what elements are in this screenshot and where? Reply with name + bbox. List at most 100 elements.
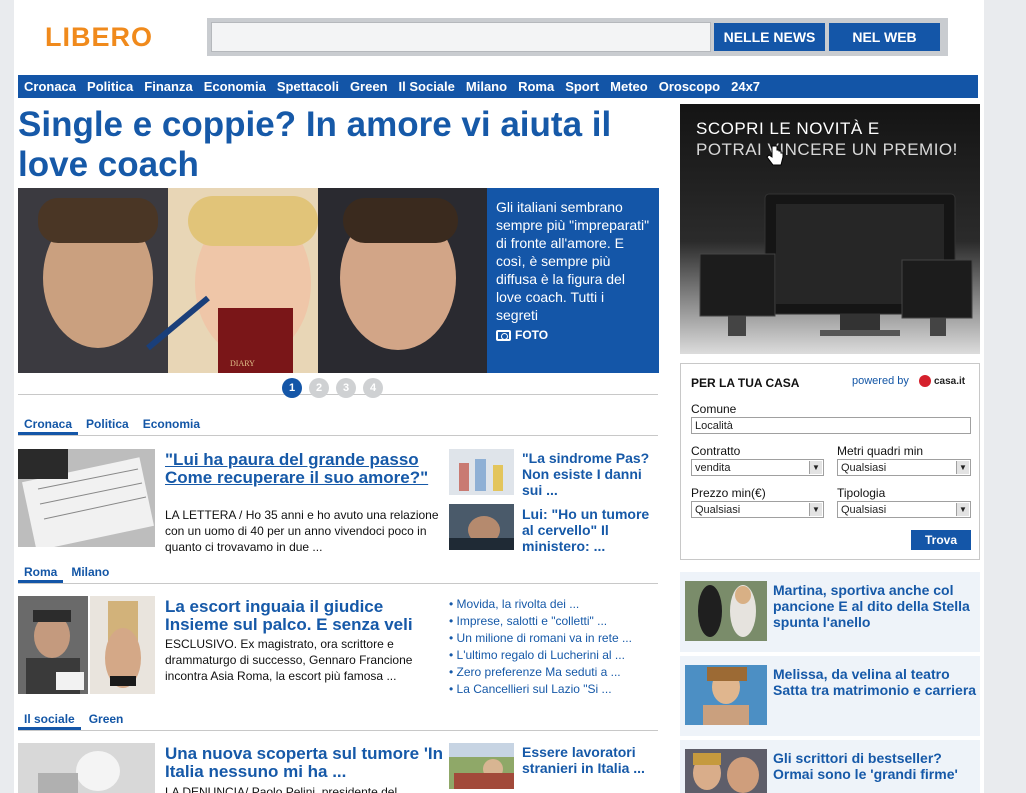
- section2-thumb-1[interactable]: [18, 596, 88, 694]
- section3-main-title[interactable]: Una nuova scoperta sul tumore 'In Italia…: [165, 745, 445, 781]
- bullet-item[interactable]: Zero preferenze Ma seduti a ...: [449, 664, 659, 681]
- ad-text: SCOPRI LE NOVITÀ E POTRAI VINCERE UN PRE…: [696, 118, 958, 160]
- right-news-item-2[interactable]: Melissa, da velina al teatro Satta tra m…: [680, 656, 980, 736]
- section3-main-text: LA DENUNCIA/ Paolo Pelini, presidente de…: [165, 785, 398, 793]
- bullet-item[interactable]: Movida, la rivolta dei ...: [449, 596, 659, 613]
- nav-item-roma[interactable]: Roma: [518, 79, 554, 94]
- casa-logo-icon: [919, 375, 931, 387]
- section2-bullet-list: Movida, la rivolta dei ... Imprese, salo…: [449, 596, 659, 698]
- bullet-item[interactable]: Un milione di romani va in rete ...: [449, 630, 659, 647]
- casa-brand-link[interactable]: casa.it: [919, 375, 965, 387]
- diary-book-text: DIARY: [230, 359, 255, 368]
- section2-thumb-2[interactable]: [90, 596, 155, 694]
- contratto-label: Contratto: [691, 444, 741, 458]
- comune-input[interactable]: Località: [691, 417, 971, 434]
- pager-dot-3[interactable]: 3: [336, 378, 356, 398]
- chevron-down-icon: ▼: [956, 503, 969, 516]
- search-news-button[interactable]: NELLE NEWS: [714, 23, 825, 51]
- page: LIBERO NELLE NEWS NEL WEB Cronaca Politi…: [14, 0, 984, 793]
- nav-item-finanza[interactable]: Finanza: [144, 79, 192, 94]
- tab-green[interactable]: Green: [83, 707, 130, 730]
- comune-label: Comune: [691, 402, 737, 416]
- section3-side1-title[interactable]: Essere lavoratori stranieri in Italia ..…: [522, 744, 662, 776]
- nav-item-cronaca[interactable]: Cronaca: [24, 79, 76, 94]
- pager-dot-1[interactable]: 1: [282, 378, 302, 398]
- prezzo-value: Qualsiasi: [695, 503, 741, 516]
- tab-politica[interactable]: Politica: [80, 412, 135, 435]
- prezzo-label: Prezzo min(€): [691, 486, 766, 500]
- nav-item-24x7[interactable]: 24x7: [731, 79, 760, 94]
- section1-thumb[interactable]: [18, 449, 155, 547]
- section3-thumb[interactable]: [18, 743, 155, 793]
- hero-caption[interactable]: Gli italiani sembrano sempre più "imprep…: [487, 188, 659, 373]
- casa-brand: casa.it: [934, 375, 966, 387]
- right-news-title-1[interactable]: Martina, sportiva anche col pancione E a…: [773, 582, 973, 630]
- casa-powered: powered by: [852, 375, 909, 387]
- bullet-item[interactable]: La Cancellieri sul Lazio "Si ...: [449, 681, 659, 698]
- contratto-select[interactable]: vendita ▼: [691, 459, 824, 476]
- main-nav: Cronaca Politica Finanza Economia Spetta…: [18, 75, 978, 98]
- section1-main-text: LA LETTERA / Ho 35 anni e ho avuto una r…: [165, 508, 439, 554]
- ad-banner[interactable]: SCOPRI LE NOVITÀ E POTRAI VINCERE UN PRE…: [680, 104, 980, 354]
- tab-cronaca[interactable]: Cronaca: [18, 412, 79, 435]
- right-news-title-2[interactable]: Melissa, da velina al teatro Satta tra m…: [773, 666, 978, 698]
- right-news-thumb-2: [685, 665, 767, 725]
- casa-title: PER LA TUA CASA: [691, 376, 800, 390]
- tab-economia[interactable]: Economia: [137, 412, 206, 435]
- right-news-title-3[interactable]: Gli scrittori di bestseller? Ormai sono …: [773, 750, 973, 782]
- hero-foto-link[interactable]: FOTO: [496, 328, 650, 342]
- search-input[interactable]: [211, 22, 711, 52]
- right-news-thumb-1: [685, 581, 767, 641]
- nav-item-green[interactable]: Green: [350, 79, 388, 94]
- nav-item-meteo[interactable]: Meteo: [610, 79, 648, 94]
- section3-tabs: Il sociale Green: [18, 707, 658, 731]
- section2-main-title[interactable]: La escort inguaia il giudice Insieme sul…: [165, 598, 445, 634]
- tipologia-label: Tipologia: [837, 486, 886, 500]
- tab-il-sociale[interactable]: Il sociale: [18, 707, 81, 730]
- nav-item-sport[interactable]: Sport: [565, 79, 599, 94]
- right-news-item-1[interactable]: Martina, sportiva anche col pancione E a…: [680, 572, 980, 652]
- nav-item-il-sociale[interactable]: Il Sociale: [399, 79, 455, 94]
- hero-image[interactable]: DIARY: [18, 188, 487, 373]
- monitors-illustration: [699, 193, 973, 336]
- section1-tabs: Cronaca Politica Economia: [18, 412, 658, 436]
- nav-item-politica[interactable]: Politica: [87, 79, 133, 94]
- section1-side2-title[interactable]: Lui: "Ho un tumore al cervello" Il minis…: [522, 506, 662, 554]
- section3-side1-thumb[interactable]: [449, 743, 514, 789]
- prezzo-select[interactable]: Qualsiasi ▼: [691, 501, 824, 518]
- camera-icon: [496, 329, 511, 341]
- section1-main-title[interactable]: "Lui ha paura del grande passo Come recu…: [165, 451, 445, 487]
- hand-cursor-icon: [766, 145, 784, 166]
- nav-item-milano[interactable]: Milano: [466, 79, 507, 94]
- pager-dot-4[interactable]: 4: [363, 378, 383, 398]
- chevron-down-icon: ▼: [809, 503, 822, 516]
- bullet-item[interactable]: Imprese, salotti e "colletti" ...: [449, 613, 659, 630]
- tipologia-select[interactable]: Qualsiasi ▼: [837, 501, 971, 518]
- libero-logo[interactable]: LIBERO: [45, 22, 153, 53]
- hero-foto-label: FOTO: [515, 328, 549, 342]
- section2-tabs: Roma Milano: [18, 560, 658, 584]
- bullet-item[interactable]: L'ultimo regalo di Lucherini al ...: [449, 647, 659, 664]
- mq-label: Metri quadri min: [837, 444, 924, 458]
- right-news-item-3[interactable]: Gli scrittori di bestseller? Ormai sono …: [680, 740, 980, 793]
- nav-item-oroscopo[interactable]: Oroscopo: [659, 79, 720, 94]
- chevron-down-icon: ▼: [809, 461, 822, 474]
- mq-select[interactable]: Qualsiasi ▼: [837, 459, 971, 476]
- section1-side1-title[interactable]: "La sindrome Pas? Non esiste I danni sui…: [522, 450, 662, 498]
- search-web-button[interactable]: NEL WEB: [829, 23, 940, 51]
- hero-headline[interactable]: Single e coppie? In amore vi aiuta il lo…: [18, 105, 658, 185]
- hero-caption-text: Gli italiani sembrano sempre più "imprep…: [496, 199, 650, 323]
- trova-button[interactable]: Trova: [911, 530, 971, 550]
- nav-item-economia[interactable]: Economia: [204, 79, 266, 94]
- tab-milano[interactable]: Milano: [65, 560, 115, 583]
- section2-main-text: ESCLUSIVO. Ex magistrato, ora scrittore …: [165, 637, 413, 683]
- ad-line-2: POTRAI VINCERE UN PREMIO!: [696, 140, 958, 159]
- nav-item-spettacoli[interactable]: Spettacoli: [277, 79, 339, 94]
- right-news-thumb-3: [685, 749, 767, 793]
- pager-dot-2[interactable]: 2: [309, 378, 329, 398]
- section1-side2-thumb[interactable]: [449, 504, 514, 550]
- chevron-down-icon: ▼: [956, 461, 969, 474]
- section1-side1-thumb[interactable]: [449, 449, 514, 495]
- ad-line-1: SCOPRI LE NOVITÀ E: [696, 119, 880, 138]
- tab-roma[interactable]: Roma: [18, 560, 64, 583]
